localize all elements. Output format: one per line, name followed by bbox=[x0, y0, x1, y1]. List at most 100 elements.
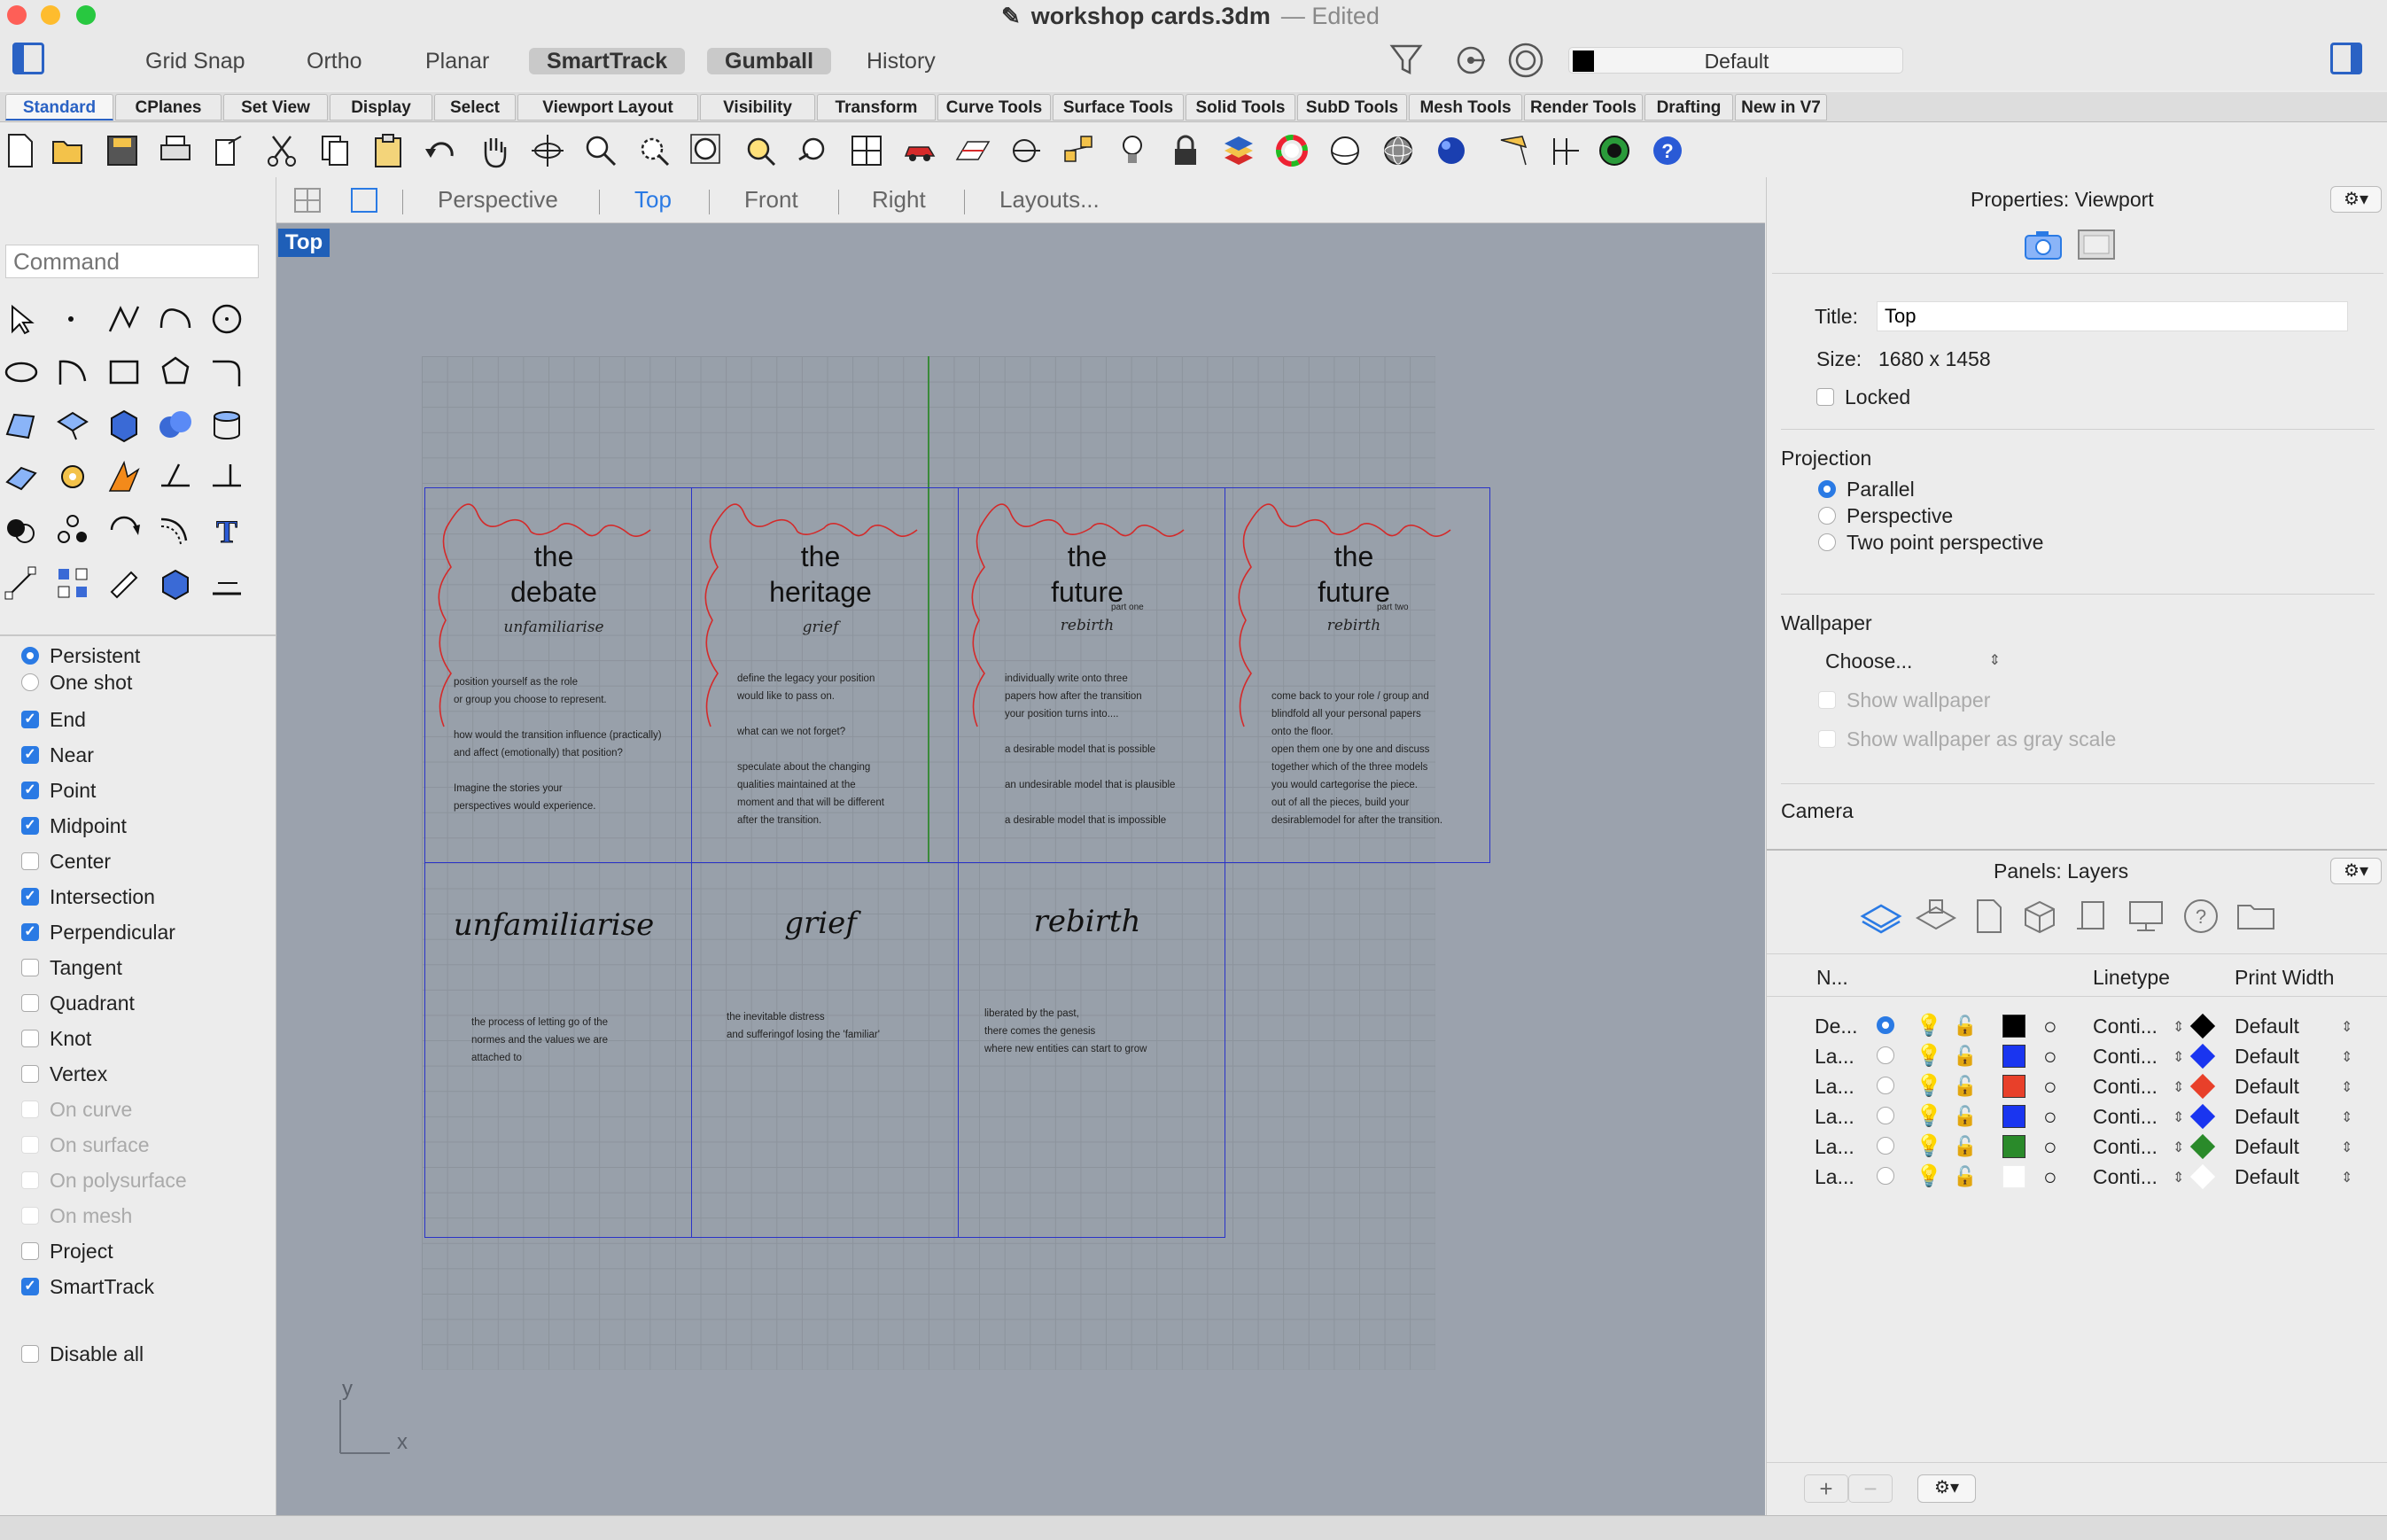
point-icon[interactable] bbox=[55, 301, 94, 340]
box-icon[interactable] bbox=[106, 408, 145, 447]
osnap-point-checkbox[interactable]: ✓ Point bbox=[21, 774, 96, 806]
copy-icon[interactable] bbox=[315, 131, 354, 170]
lock-open-icon[interactable]: 🔓 bbox=[1953, 1011, 1977, 1041]
material-circle-icon[interactable]: ○ bbox=[2043, 1071, 2057, 1101]
four-viewports-icon[interactable] bbox=[847, 131, 886, 170]
layer-print-width[interactable]: Default bbox=[2235, 1162, 2299, 1192]
folder-icon[interactable] bbox=[2235, 897, 2279, 936]
target-icon[interactable] bbox=[1506, 41, 1545, 80]
color-wheel-icon[interactable] bbox=[1272, 131, 1311, 170]
help-icon[interactable]: ? bbox=[1648, 131, 1687, 170]
tab-drafting[interactable]: Drafting bbox=[1644, 94, 1733, 121]
osnap-quadrant-checkbox[interactable]: Quadrant bbox=[21, 987, 135, 1019]
tab-render-tools[interactable]: Render Tools bbox=[1524, 94, 1643, 121]
cut-icon[interactable] bbox=[262, 131, 301, 170]
cylinder-icon[interactable] bbox=[209, 408, 248, 447]
layer-materials-icon[interactable] bbox=[1219, 131, 1258, 170]
command-input[interactable] bbox=[5, 245, 259, 278]
print-color-diamond-icon[interactable] bbox=[2189, 1103, 2216, 1130]
snap-point-icon[interactable] bbox=[1453, 43, 1489, 78]
zoom-icon[interactable] bbox=[581, 131, 620, 170]
material-circle-icon[interactable]: ○ bbox=[2043, 1132, 2057, 1162]
lightbulb-icon[interactable]: 💡 bbox=[1916, 1011, 1942, 1041]
save-icon[interactable] bbox=[103, 131, 142, 170]
array-icon[interactable] bbox=[55, 565, 94, 604]
cplane-icon[interactable] bbox=[953, 131, 992, 170]
current-layer-radio-icon[interactable] bbox=[1877, 1107, 1894, 1124]
tab-viewport-layout[interactable]: Viewport Layout bbox=[517, 94, 698, 121]
paste-icon[interactable] bbox=[369, 131, 408, 170]
lock-icon[interactable] bbox=[1166, 131, 1205, 170]
layer-print-width[interactable]: Default bbox=[2235, 1132, 2299, 1162]
zoom-selected-icon[interactable] bbox=[741, 131, 780, 170]
print-color-diamond-icon[interactable] bbox=[2189, 1043, 2216, 1069]
ortho-toggle[interactable]: Ortho bbox=[289, 48, 380, 74]
lightbulb-icon[interactable]: 💡 bbox=[1916, 1132, 1942, 1162]
viewport-label[interactable]: Top bbox=[278, 229, 330, 257]
layer-print-width[interactable]: Default bbox=[2235, 1071, 2299, 1101]
cube-outline-icon[interactable] bbox=[2020, 897, 2059, 936]
tab-mesh-tools[interactable]: Mesh Tools bbox=[1409, 94, 1522, 121]
rotate-view-icon[interactable] bbox=[528, 131, 567, 170]
material-circle-icon[interactable]: ○ bbox=[2043, 1011, 2057, 1041]
osnap-near-checkbox[interactable]: ✓ Near bbox=[21, 739, 94, 771]
layer-print-width[interactable]: Default bbox=[2235, 1011, 2299, 1041]
filter-icon[interactable] bbox=[1387, 39, 1426, 78]
lightbulb-icon[interactable]: 💡 bbox=[1916, 1162, 1942, 1192]
rectangle-icon[interactable] bbox=[106, 354, 145, 393]
layer-color-swatch[interactable] bbox=[2002, 1045, 2025, 1068]
split-icon[interactable] bbox=[209, 459, 248, 498]
current-layer-radio-icon[interactable] bbox=[1877, 1137, 1894, 1155]
osnap-smarttrack-checkbox[interactable]: ✓ SmartTrack bbox=[21, 1271, 154, 1303]
print-color-diamond-icon[interactable] bbox=[2189, 1073, 2216, 1100]
history-toggle[interactable]: History bbox=[849, 48, 953, 74]
help-circle-icon[interactable]: ? bbox=[2181, 897, 2220, 936]
select-arrow-icon[interactable] bbox=[4, 301, 43, 340]
gear-puzzle-icon[interactable] bbox=[55, 459, 94, 498]
solid-edit-icon[interactable] bbox=[158, 565, 197, 604]
material-circle-icon[interactable]: ○ bbox=[2043, 1101, 2057, 1132]
layer-color-swatch[interactable] bbox=[2002, 1105, 2025, 1128]
undo-icon[interactable] bbox=[422, 131, 461, 170]
layer-print-width[interactable]: Default bbox=[2235, 1041, 2299, 1071]
properties-gear-icon[interactable]: ⚙▾ bbox=[2330, 186, 2382, 213]
polyline-icon[interactable] bbox=[106, 301, 145, 340]
scroll-page-icon[interactable] bbox=[2073, 897, 2112, 936]
viewport-frame-icon[interactable] bbox=[2077, 229, 2116, 261]
tab-curve-tools[interactable]: Curve Tools bbox=[937, 94, 1051, 121]
layer-row[interactable]: La... 💡 🔓 ○ Conti... ⇕ Default ⇕ bbox=[1772, 1132, 2375, 1162]
layer-row[interactable]: La... 💡 🔓 ○ Conti... ⇕ Default ⇕ bbox=[1772, 1071, 2375, 1101]
osnap-end-checkbox[interactable]: ✓ End bbox=[21, 704, 86, 735]
layer-color-swatch[interactable] bbox=[2002, 1165, 2025, 1188]
lightbulb-icon[interactable]: 💡 bbox=[1916, 1101, 1942, 1132]
tab-set-view[interactable]: Set View bbox=[223, 94, 328, 121]
tab-display[interactable]: Display bbox=[330, 94, 432, 121]
four-view-layout-icon[interactable] bbox=[294, 188, 321, 213]
wallpaper-choose-dropdown[interactable]: Choose... ⇕ bbox=[1808, 647, 2008, 675]
layer-row[interactable]: La... 💡 🔓 ○ Conti... ⇕ Default ⇕ bbox=[1772, 1101, 2375, 1132]
export-icon[interactable] bbox=[209, 131, 248, 170]
undo-view-icon[interactable] bbox=[794, 131, 833, 170]
planar-toggle[interactable]: Planar bbox=[408, 48, 507, 74]
curve-icon[interactable] bbox=[158, 301, 197, 340]
print-icon[interactable] bbox=[156, 131, 195, 170]
layer-row[interactable]: La... 💡 🔓 ○ Conti... ⇕ Default ⇕ bbox=[1772, 1041, 2375, 1071]
tab-new-in-v7[interactable]: New in V7 bbox=[1735, 94, 1827, 121]
tab-front[interactable]: Front bbox=[744, 184, 798, 214]
print-color-diamond-icon[interactable] bbox=[2189, 1163, 2216, 1190]
lightbulb-icon[interactable]: 💡 bbox=[1916, 1071, 1942, 1101]
move-icon[interactable] bbox=[4, 565, 43, 604]
layer-color-swatch[interactable] bbox=[2002, 1075, 2025, 1098]
print-color-diamond-icon[interactable] bbox=[2189, 1133, 2216, 1160]
sidebar-right-toggle-icon[interactable] bbox=[2330, 43, 2362, 74]
arc-icon[interactable] bbox=[55, 354, 94, 393]
minimize-window-button[interactable] bbox=[41, 5, 60, 25]
lights-icon[interactable] bbox=[1113, 131, 1152, 170]
wireframe-sphere-icon[interactable] bbox=[1379, 131, 1418, 170]
properties-edit-icon[interactable] bbox=[106, 565, 145, 604]
layer-linetype[interactable]: Conti... bbox=[2093, 1041, 2158, 1071]
osnap-intersection-checkbox[interactable]: ✓ Intersection bbox=[21, 881, 155, 913]
layer-color-swatch[interactable] bbox=[2002, 1135, 2025, 1158]
layer-color-swatch[interactable] bbox=[2002, 1015, 2025, 1038]
display-monitor-icon[interactable] bbox=[2127, 897, 2165, 936]
